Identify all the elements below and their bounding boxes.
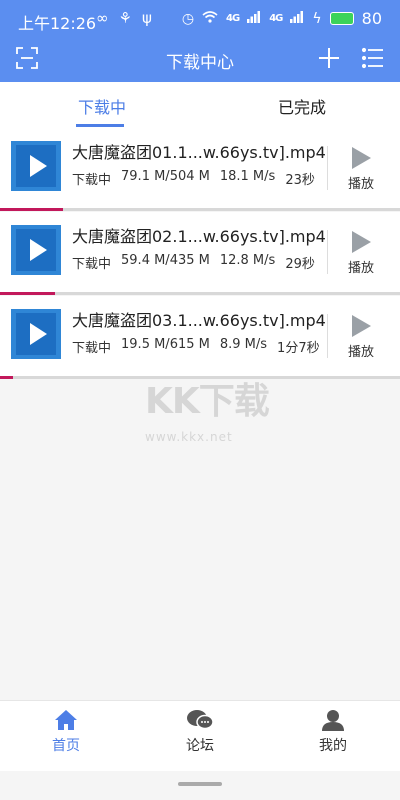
download-eta: 1分7秒 — [277, 341, 320, 356]
play-button[interactable]: 播放 — [338, 226, 384, 278]
nav-forum[interactable]: 论坛 — [160, 709, 240, 755]
download-status: 下载中 — [72, 257, 112, 272]
signal-icon: 4G — [226, 13, 240, 24]
file-meta: 下载中 19.5 M/615 M 8.9 M/s 1分7秒 — [72, 337, 320, 356]
download-status: 下载中 — [72, 173, 112, 188]
play-label: 播放 — [347, 261, 374, 276]
download-item[interactable]: 大唐魔盗团01.1...w.66ys.tv].mp4 下载中 79.1 M/504 … — [0, 128, 400, 208]
home-indicator — [178, 782, 222, 786]
download-speed: 12.8 M/s — [219, 253, 276, 268]
download-eta: 23秒 — [285, 173, 315, 188]
video-file-icon — [11, 141, 61, 191]
download-speed: 8.9 M/s — [219, 337, 268, 352]
play-label: 播放 — [347, 345, 374, 360]
tab-completed[interactable]: 已完成 — [278, 94, 326, 118]
tab-bar: 下载中 已完成 — [0, 82, 400, 128]
share-icon: ⚘ — [118, 9, 132, 27]
video-file-icon — [11, 309, 61, 359]
bottom-nav: 首页 论坛 我的 — [0, 700, 400, 771]
usb-icon: ψ — [141, 9, 152, 27]
item-progress-track — [0, 292, 400, 295]
alarm-icon: ◷ — [181, 10, 195, 27]
tab-active-indicator — [76, 124, 124, 127]
add-icon[interactable] — [318, 47, 340, 69]
divider — [327, 314, 328, 358]
divider — [327, 146, 328, 190]
signal-bars-icon — [247, 10, 261, 27]
tab-downloading[interactable]: 下载中 — [78, 94, 126, 118]
signal-bars-icon-2 — [290, 10, 304, 27]
file-meta: 下载中 79.1 M/504 M 18.1 M/s 23秒 — [72, 169, 315, 188]
item-progress-track — [0, 208, 400, 211]
play-icon — [352, 147, 371, 169]
play-label: 播放 — [347, 177, 374, 192]
file-name: 大唐魔盗团03.1...w.66ys.tv].mp4 — [72, 311, 326, 330]
play-button[interactable]: 播放 — [338, 142, 384, 194]
battery-icon — [329, 12, 354, 25]
file-name: 大唐魔盗团02.1...w.66ys.tv].mp4 — [72, 227, 326, 246]
download-progress-bar — [0, 208, 63, 211]
nav-mine[interactable]: 我的 — [293, 709, 373, 755]
status-left-icons: ∞ ⚘ ψ — [96, 9, 152, 27]
file-name: 大唐魔盗团01.1...w.66ys.tv].mp4 — [72, 143, 326, 162]
status-time: 上午12:26 — [18, 14, 97, 33]
chat-icon — [187, 710, 214, 730]
page-title: 下载中心 — [166, 53, 234, 73]
status-bar: 上午12:26 ∞ ⚘ ψ ◷ 4G 4G ϟ 80 — [0, 0, 400, 38]
signal-icon-2: 4G — [269, 13, 283, 24]
play-icon — [352, 231, 371, 253]
wifi-icon — [202, 10, 218, 27]
play-icon — [352, 315, 371, 337]
download-progress-bar — [0, 376, 13, 379]
download-eta: 29秒 — [285, 257, 315, 272]
battery-level: 80 — [361, 9, 382, 28]
download-progress-bar — [0, 292, 55, 295]
download-item[interactable]: 大唐魔盗团03.1...w.66ys.tv].mp4 下载中 19.5 M/615 … — [0, 296, 400, 376]
user-icon — [322, 710, 344, 731]
download-speed: 18.1 M/s — [219, 169, 276, 184]
nav-forum-label: 论坛 — [186, 738, 214, 754]
watermark: KK下载 www.kkx.net — [145, 372, 270, 444]
download-size: 59.4 M/435 M — [121, 253, 210, 268]
home-icon — [55, 710, 77, 730]
title-bar: 下载中心 — [0, 38, 400, 82]
status-right: ◷ 4G 4G ϟ 80 — [182, 9, 382, 28]
video-file-icon — [11, 225, 61, 275]
nav-mine-label: 我的 — [319, 738, 347, 754]
download-size: 79.1 M/504 M — [121, 169, 210, 184]
download-item[interactable]: 大唐魔盗团02.1...w.66ys.tv].mp4 下载中 59.4 M/435 … — [0, 212, 400, 292]
list-menu-icon[interactable] — [361, 47, 384, 69]
charging-icon: ϟ — [312, 10, 322, 27]
watermark-url: www.kkx.net — [145, 430, 233, 444]
file-meta: 下载中 59.4 M/435 M 12.8 M/s 29秒 — [72, 253, 315, 272]
watermark-brand: KK下载 — [145, 381, 270, 422]
nav-home[interactable]: 首页 — [26, 709, 106, 755]
download-status: 下载中 — [72, 341, 112, 356]
play-button[interactable]: 播放 — [338, 310, 384, 362]
infinity-icon: ∞ — [96, 9, 109, 27]
download-size: 19.5 M/615 M — [121, 337, 210, 352]
nav-home-label: 首页 — [52, 738, 80, 754]
header-bar: 上午12:26 ∞ ⚘ ψ ◷ 4G 4G ϟ 80 下载中心 — [0, 0, 400, 82]
divider — [327, 230, 328, 274]
